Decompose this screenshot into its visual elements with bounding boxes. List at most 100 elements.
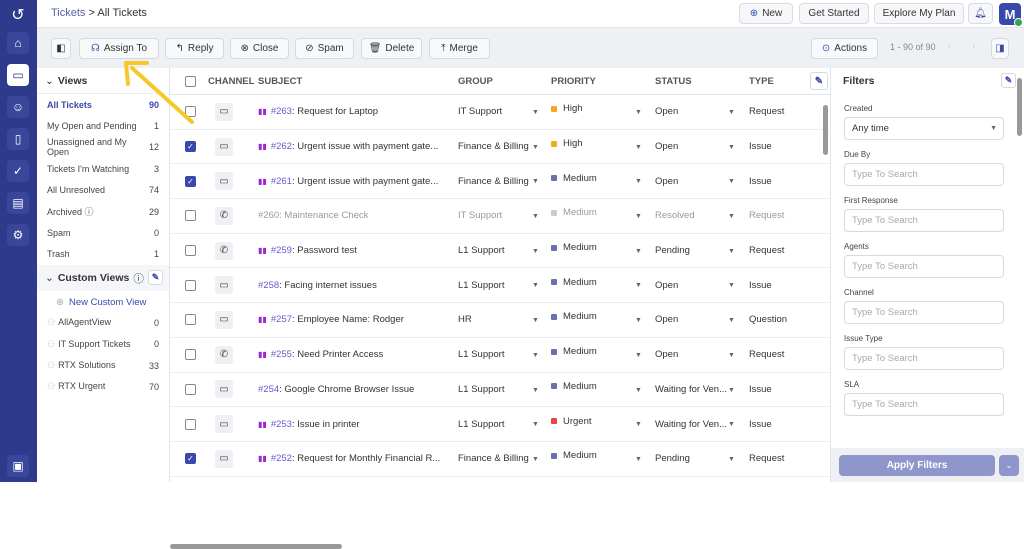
column-type[interactable]: TYPE	[749, 68, 774, 94]
ticket-subject-link[interactable]: ▮▮ #255: Need Printer Access	[258, 338, 383, 372]
ticket-subject-link[interactable]: ▮▮ #257: Employee Name: Rodger	[258, 303, 404, 337]
group-select[interactable]: L1 Support	[458, 373, 504, 407]
assign-to-button[interactable]: ☊ Assign To	[79, 38, 159, 59]
home-icon[interactable]: ⌂	[7, 32, 29, 54]
filter-search-input[interactable]: Type To Search	[844, 209, 1004, 232]
status-select[interactable]: Open	[655, 303, 678, 337]
column-status[interactable]: STATUS	[655, 68, 692, 94]
view-item[interactable]: Unassigned and My Open 12	[37, 137, 169, 158]
apply-options-button[interactable]: ⌄	[999, 455, 1019, 476]
ticket-subject-link[interactable]: ▮▮ #261: Urgent issue with payment gate..…	[258, 164, 438, 198]
settings-icon[interactable]: ⚙	[7, 224, 29, 246]
contacts-icon[interactable]: ☺	[7, 96, 29, 118]
table-row[interactable]: ✓ ▭ ▮▮ #252: Request for Monthly Financia…	[170, 442, 830, 477]
next-page-button[interactable]: ›	[972, 41, 975, 52]
chat-icon[interactable]: ▣	[7, 455, 29, 477]
filters-scrollbar[interactable]	[1017, 78, 1022, 136]
table-row[interactable]: ✆ ▮▮ #259: Password test L1 Support ▼ Med…	[170, 234, 830, 269]
group-select[interactable]: Finance & Billing	[458, 164, 529, 198]
filter-search-input[interactable]: Type To Search	[844, 163, 1004, 186]
row-checkbox[interactable]: ✓	[185, 175, 196, 187]
ticket-subject-link[interactable]: #254: Google Chrome Browser Issue	[258, 373, 414, 407]
status-select[interactable]: Open	[655, 338, 678, 372]
breadcrumb-tickets-link[interactable]: Tickets	[51, 7, 85, 19]
merge-button[interactable]: ⤒ Merge	[429, 38, 490, 59]
prev-page-button[interactable]: ‹	[948, 41, 951, 52]
column-channel[interactable]: CHANNEL	[208, 68, 254, 94]
status-select[interactable]: Pending	[655, 234, 690, 268]
view-item[interactable]: All Tickets 90	[37, 94, 169, 115]
custom-view-item[interactable]: ⚇ AllAgentView 0	[37, 312, 169, 333]
horizontal-scrollbar[interactable]	[170, 544, 342, 549]
table-row[interactable]: ▭ ▮▮ #263: Request for Laptop IT Support …	[170, 95, 830, 130]
table-row[interactable]: ▭ ▮▮ #253: Issue in printer L1 Support ▼ …	[170, 407, 830, 442]
get-started-button[interactable]: Get Started	[799, 3, 869, 24]
group-select[interactable]: L1 Support	[458, 268, 504, 302]
edit-filters-button[interactable]: ✎	[1001, 73, 1016, 88]
priority-select[interactable]: High	[551, 92, 583, 126]
knowledge-base-icon[interactable]: ▯	[7, 128, 29, 150]
tickets-icon[interactable]: ▭	[7, 64, 29, 86]
priority-select[interactable]: High	[551, 127, 583, 161]
status-select[interactable]: Pending	[655, 442, 690, 476]
priority-select[interactable]: Medium	[551, 231, 597, 265]
row-checkbox[interactable]	[185, 106, 196, 118]
new-button[interactable]: ⊕ New	[739, 3, 793, 24]
ticket-subject-link[interactable]: ▮▮ #259: Password test	[258, 234, 357, 268]
priority-select[interactable]: Medium	[551, 196, 597, 230]
group-select[interactable]: IT Support	[458, 199, 502, 233]
table-row[interactable]: ✆ ▮▮ #255: Need Printer Access L1 Support…	[170, 338, 830, 373]
group-select[interactable]: L1 Support	[458, 338, 504, 372]
view-item[interactable]: All Unresolved 74	[37, 180, 169, 201]
group-select[interactable]: L1 Support	[458, 407, 504, 441]
column-subject[interactable]: SUBJECT	[258, 68, 302, 94]
table-row[interactable]: ▭ #258: Facing internet issues L1 Suppor…	[170, 265, 830, 304]
column-priority[interactable]: PRIORITY	[551, 68, 596, 94]
explore-plan-button[interactable]: Explore My Plan	[874, 3, 964, 24]
table-row[interactable]: ▭ #254: Google Chrome Browser Issue L1 S…	[170, 373, 830, 408]
ticket-subject-link[interactable]: ▮▮ #262: Urgent issue with payment gate..…	[258, 130, 438, 164]
column-group[interactable]: GROUP	[458, 68, 493, 94]
collapse-views-button[interactable]: ◧	[51, 38, 71, 59]
edit-custom-views-button[interactable]: ✎	[148, 270, 163, 286]
row-checkbox[interactable]: ✓	[185, 453, 196, 465]
toggle-filters-button[interactable]: ◨	[991, 38, 1009, 59]
view-item[interactable]: Trash 1	[37, 244, 169, 265]
status-select[interactable]: Waiting for Ven...	[655, 407, 727, 441]
table-row[interactable]: ✆ #260: Maintenance Check IT Support ▼ M…	[170, 199, 830, 234]
avatar[interactable]: M	[999, 3, 1023, 27]
custom-view-item[interactable]: ⚇ RTX Urgent 70	[37, 376, 169, 397]
delete-button[interactable]: 🗑︎ Delete	[361, 38, 422, 59]
row-checkbox[interactable]	[185, 383, 196, 395]
spam-button[interactable]: ⊘ Spam	[295, 38, 354, 59]
filter-search-input[interactable]: Type To Search	[844, 347, 1004, 370]
priority-select[interactable]: Medium	[551, 265, 597, 299]
ticket-subject-link[interactable]: ▮▮ #252: Request for Monthly Financial R.…	[258, 442, 440, 476]
status-select[interactable]: Resolved	[655, 199, 695, 233]
group-select[interactable]: Finance & Billing	[458, 130, 529, 164]
actions-button[interactable]: ⊙ Actions	[811, 38, 878, 59]
table-row[interactable]: ✓ ▭ ▮▮ #261: Urgent issue with payment ga…	[170, 161, 830, 200]
custom-view-item[interactable]: ⚇ IT Support Tickets 0	[37, 334, 169, 355]
priority-select[interactable]: Medium	[551, 335, 597, 369]
reports-icon[interactable]: ▤	[7, 192, 29, 214]
group-select[interactable]: HR	[458, 303, 472, 337]
group-select[interactable]: Finance & Billing	[458, 442, 529, 476]
reply-button[interactable]: ↰ Reply	[165, 38, 224, 59]
notifications-button[interactable]: 🔔︎	[968, 3, 993, 24]
priority-select[interactable]: Urgent	[551, 404, 592, 438]
table-row[interactable]: ▭ ▮▮ #257: Employee Name: Rodger HR ▼ Med…	[170, 303, 830, 338]
row-checkbox[interactable]	[185, 210, 196, 222]
ticket-subject-link[interactable]: ▮▮ #263: Request for Laptop	[258, 95, 378, 129]
group-select[interactable]: L1 Support	[458, 234, 504, 268]
view-item[interactable]: Spam 0	[37, 222, 169, 243]
apply-filters-button[interactable]: Apply Filters	[839, 455, 995, 476]
priority-select[interactable]: Medium	[551, 161, 597, 195]
priority-select[interactable]: Medium	[551, 439, 597, 473]
ticket-subject-link[interactable]: #260: Maintenance Check	[258, 199, 368, 233]
status-select[interactable]: Open	[655, 164, 678, 198]
tasks-icon[interactable]: ✓	[7, 160, 29, 182]
custom-views-header[interactable]: ⌄ Custom Views ⓘ ✎	[37, 265, 169, 292]
priority-select[interactable]: Medium	[551, 300, 597, 334]
view-item[interactable]: Tickets I'm Watching 3	[37, 158, 169, 179]
